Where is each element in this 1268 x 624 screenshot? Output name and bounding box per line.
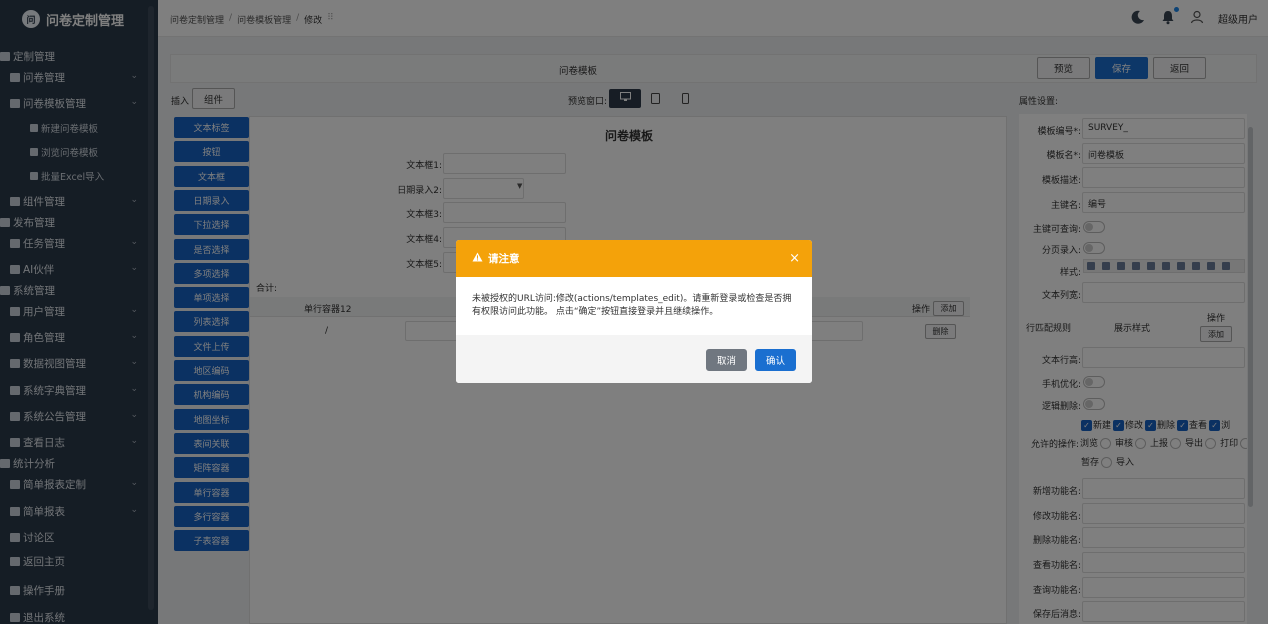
confirm-button[interactable]: 确认: [755, 349, 796, 371]
warning-icon: [472, 252, 483, 265]
dialog-message: 未被授权的URL访问:修改(actions/templates_edit)。请重…: [472, 294, 792, 317]
dialog-title: 请注意: [488, 253, 520, 265]
cancel-button[interactable]: 取消: [706, 349, 747, 371]
warning-dialog: 请注意 × 未被授权的URL访问:修改(actions/templates_ed…: [456, 240, 812, 383]
dialog-footer: 取消 确认: [456, 335, 812, 383]
dialog-header: 请注意 ×: [456, 240, 812, 277]
dialog-close-icon[interactable]: ×: [789, 251, 800, 266]
